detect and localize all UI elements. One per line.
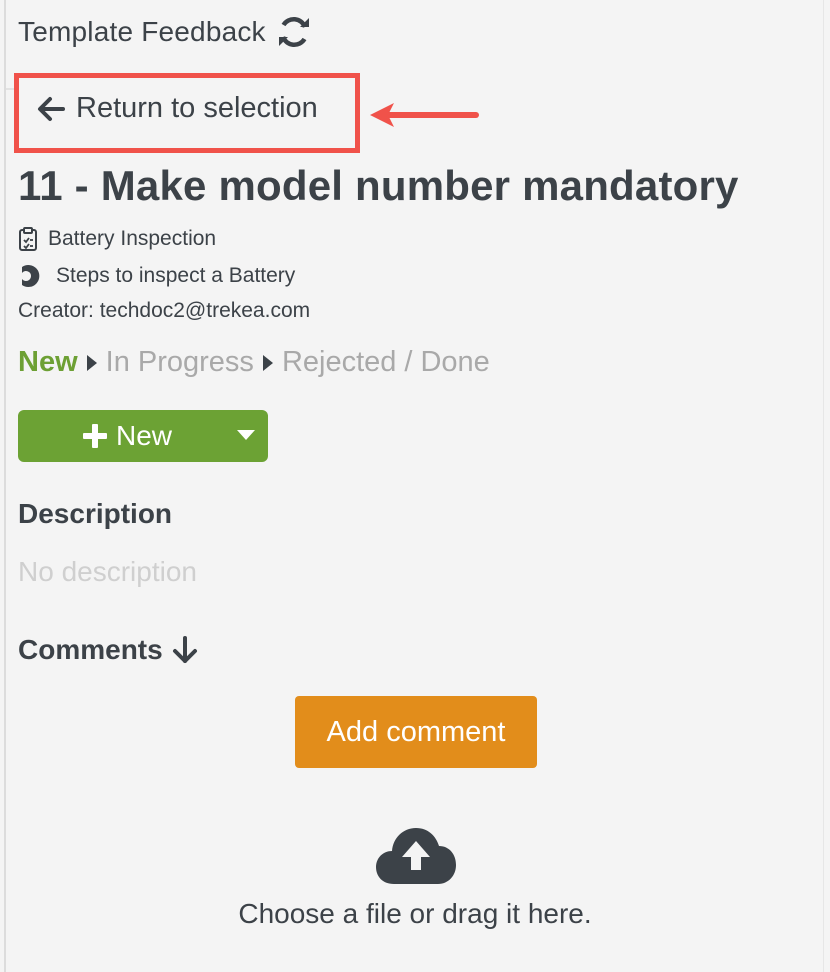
step-info: Steps to inspect a Battery: [18, 263, 295, 289]
status-done: Done: [420, 346, 490, 378]
status-new-button-main[interactable]: New: [82, 420, 172, 452]
feedback-title: 11 - Make model number mandatory: [18, 162, 739, 209]
template-info: Battery Inspection: [18, 227, 216, 251]
status-flow: New In Progress Rejected / Done: [18, 346, 490, 379]
template-name: Battery Inspection: [48, 227, 217, 250]
cloud-upload-icon[interactable]: [374, 824, 458, 886]
status-button-label: New: [116, 420, 173, 451]
panel-header: Template Feedback: [18, 14, 312, 50]
step-name: Steps to inspect a Battery: [56, 264, 296, 287]
status-separator: /: [404, 346, 413, 378]
file-upload-dropzone[interactable]: Choose a file or drag it here.: [0, 820, 830, 950]
description-empty: No description: [18, 556, 197, 587]
return-to-selection-link[interactable]: Return to selection: [36, 92, 318, 125]
step-progress-icon: [18, 263, 46, 289]
creator-info: Creator: techdoc2@trekea.com: [18, 299, 310, 323]
arrow-down-icon[interactable]: [171, 635, 199, 665]
caret-right-icon: [262, 354, 274, 372]
panel-title: Template Feedback: [18, 16, 266, 47]
comments-heading-text: Comments: [18, 634, 163, 665]
return-label: Return to selection: [76, 92, 318, 124]
chevron-down-icon[interactable]: [236, 429, 256, 441]
plus-icon: [82, 423, 108, 449]
caret-right-icon: [86, 354, 98, 372]
upload-instructions: Choose a file or drag it here.: [238, 898, 592, 929]
description-heading: Description: [18, 498, 172, 530]
status-rejected: Rejected: [281, 346, 397, 378]
arrow-left-icon: [36, 94, 66, 124]
feedback-panel: Template Feedback Return to selection 11…: [0, 0, 830, 972]
status-new-button[interactable]: New: [18, 410, 268, 462]
add-comment-button[interactable]: Add comment: [295, 696, 537, 768]
annotation-arrow: [368, 98, 480, 132]
description-heading-text: Description: [18, 498, 173, 529]
creator-text: Creator: techdoc2@trekea.com: [18, 299, 311, 322]
clipboard-check-icon: [18, 227, 38, 251]
header-divider: [6, 88, 14, 90]
status-new: New: [18, 346, 78, 378]
refresh-icon[interactable]: [276, 14, 312, 50]
comments-heading[interactable]: Comments: [18, 634, 199, 666]
status-in-progress: In Progress: [105, 346, 254, 378]
